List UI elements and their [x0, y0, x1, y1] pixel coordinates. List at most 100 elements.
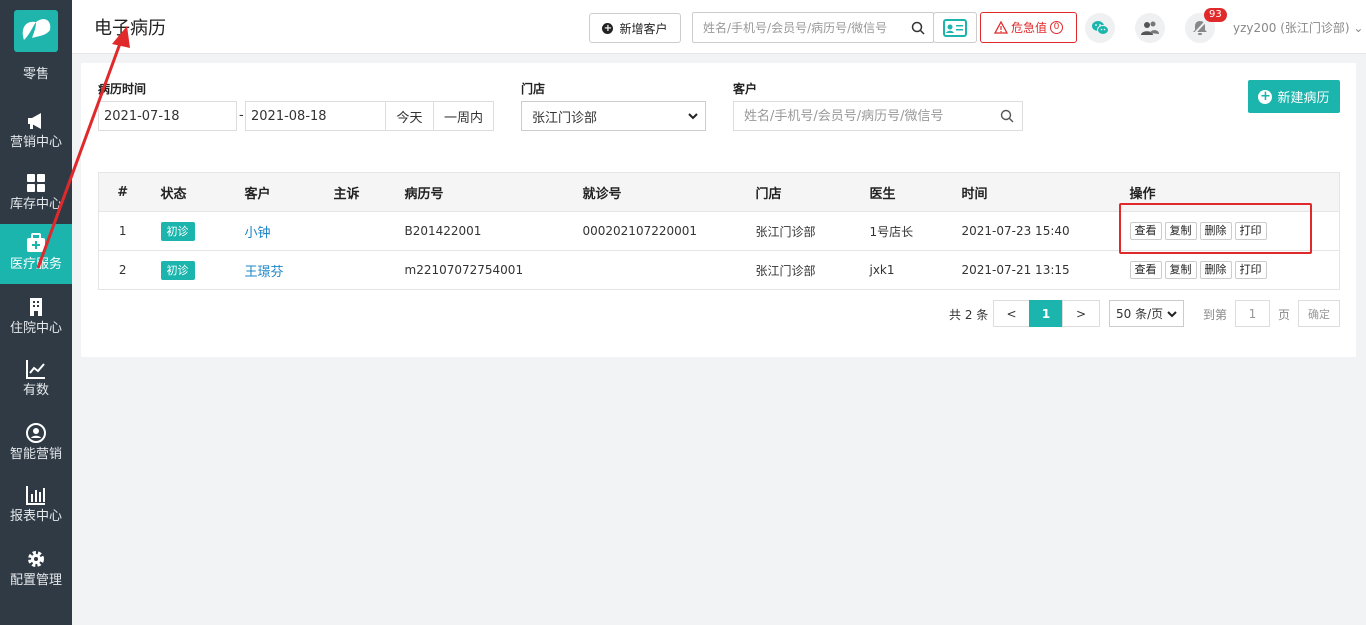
pager-next-button[interactable]: >	[1062, 300, 1100, 327]
pager-total: 共 2 条	[949, 308, 989, 322]
customer-filter-label: 客户	[733, 82, 758, 96]
wechat-icon	[1092, 21, 1109, 35]
id-card-button[interactable]	[933, 12, 977, 43]
doctor-cell: 1号店长	[855, 211, 948, 251]
sidebar-item-retail[interactable]: 零售	[0, 66, 72, 94]
sidebar: 零售 营销中心 库存中心 医疗服务 住院中心 有数 智能营销 报表中心 配置管理	[0, 0, 72, 625]
complaint-cell	[319, 250, 391, 290]
add-customer-label: 新增客户	[619, 21, 668, 36]
store-cell: 张江门诊部	[741, 250, 856, 290]
trend-chart-icon	[26, 360, 45, 379]
record-no-cell: m22107072754001	[390, 250, 569, 290]
pager-page-1[interactable]: 1	[1029, 300, 1063, 327]
status-badge: 初诊	[160, 260, 195, 280]
view-button[interactable]: 查看	[1129, 222, 1162, 240]
col-header-visit-no: 就诊号	[568, 172, 742, 212]
sidebar-item-marketing[interactable]: 营销中心	[0, 102, 72, 162]
sidebar-item-analytics[interactable]: 有数	[0, 350, 72, 410]
sidebar-item-label: 配置管理	[9, 573, 62, 588]
sidebar-item-label: 智能营销	[9, 447, 62, 462]
actions-cell: 查看 复制 删除 打印	[1115, 250, 1340, 290]
hospital-icon	[30, 298, 42, 316]
pager-prev-button[interactable]: <	[993, 300, 1030, 327]
col-header-customer: 客户	[230, 172, 320, 212]
sidebar-item-label: 报表中心	[9, 509, 62, 524]
date-separator: -	[239, 108, 244, 123]
contacts-button[interactable]	[1135, 13, 1165, 43]
row-index: 1	[98, 211, 147, 251]
sidebar-item-inpatient[interactable]: 住院中心	[0, 288, 72, 348]
chevron-down-icon	[688, 113, 698, 120]
today-button[interactable]: 今天	[385, 101, 434, 131]
date-start-input[interactable]	[98, 101, 237, 131]
complaint-cell	[319, 211, 391, 251]
add-customer-button[interactable]: + 新增客户	[589, 13, 681, 43]
page-size-value: 50 条/页	[1116, 307, 1164, 321]
bell-off-icon	[1192, 19, 1208, 36]
user-menu[interactable]: yzy200 (张江门诊部) ⌄	[1233, 19, 1363, 36]
sidebar-item-label: 库存中心	[9, 197, 62, 212]
sidebar-item-settings[interactable]: 配置管理	[0, 540, 72, 600]
sidebar-item-label: 医疗服务	[9, 257, 62, 272]
customer-link[interactable]: 小钟	[245, 226, 271, 241]
notification-badge: 93	[1204, 8, 1227, 22]
records-panel: 病历时间 - 今天 一周内 门店 张江门诊部 客户 + 新建病历 # 状态 客户…	[81, 63, 1356, 357]
status-badge: 初诊	[160, 221, 195, 241]
delete-button[interactable]: 删除	[1199, 222, 1232, 240]
col-header-actions: 操作	[1115, 172, 1340, 212]
sidebar-item-medical[interactable]: 医疗服务	[0, 224, 72, 284]
wechat-button[interactable]	[1085, 13, 1115, 43]
search-icon[interactable]	[1000, 109, 1014, 123]
global-search-input[interactable]	[693, 13, 901, 42]
actions-cell: 查看 复制 删除 打印	[1115, 211, 1340, 251]
top-header: 电子病历 + 新增客户 危急值 0	[72, 0, 1366, 54]
page-title: 电子病历	[94, 18, 166, 39]
delete-button[interactable]: 删除	[1199, 261, 1232, 279]
store-select[interactable]: 张江门诊部	[521, 101, 706, 131]
sidebar-item-smart-marketing[interactable]: 智能营销	[0, 414, 72, 474]
sidebar-item-reports[interactable]: 报表中心	[0, 476, 72, 536]
customer-search	[733, 101, 1023, 131]
warning-icon	[993, 20, 1008, 34]
butterfly-logo-icon	[22, 19, 51, 40]
date-end-input[interactable]	[245, 101, 386, 131]
plus-icon: +	[602, 22, 614, 34]
page-size-select[interactable]: 50 条/页	[1109, 300, 1184, 327]
store-cell: 张江门诊部	[741, 211, 856, 251]
new-record-button[interactable]: + 新建病历	[1248, 80, 1340, 113]
customer-link[interactable]: 王璟芬	[245, 265, 284, 280]
store-select-value: 张江门诊部	[532, 110, 598, 126]
grid-icon	[27, 174, 45, 192]
store-filter-label: 门店	[521, 82, 546, 96]
users-icon	[1141, 21, 1159, 35]
chevron-down-icon	[1167, 311, 1177, 318]
goto-label: 到第	[1203, 308, 1228, 322]
record-no-cell: B201422001	[390, 211, 569, 251]
time-cell: 2021-07-23 15:40	[947, 211, 1116, 251]
goto-confirm-button[interactable]: 确定	[1298, 300, 1340, 327]
view-button[interactable]: 查看	[1129, 261, 1162, 279]
print-button[interactable]: 打印	[1234, 222, 1267, 240]
col-header-record-no: 病历号	[390, 172, 569, 212]
customer-search-input[interactable]	[734, 102, 984, 130]
col-header-index: #	[98, 172, 147, 212]
search-icon[interactable]	[911, 21, 925, 35]
records-table: # 状态 客户 主诉 病历号 就诊号 门店 医生 时间 操作 1 初诊 小钟 B…	[98, 172, 1340, 290]
within-week-button[interactable]: 一周内	[433, 101, 494, 131]
print-button[interactable]: 打印	[1234, 261, 1267, 279]
critical-value-button[interactable]: 危急值 0	[980, 12, 1077, 43]
sidebar-item-inventory[interactable]: 库存中心	[0, 164, 72, 224]
table-row: 1 初诊 小钟 B201422001 000202107220001 张江门诊部…	[98, 211, 1340, 251]
date-filter-label: 病历时间	[98, 82, 147, 96]
sidebar-item-label: 有数	[22, 383, 49, 398]
copy-button[interactable]: 复制	[1164, 261, 1197, 279]
sidebar-item-label: 零售	[22, 67, 49, 82]
table-row: 2 初诊 王璟芬 m22107072754001 张江门诊部 jxk1 2021…	[98, 250, 1340, 290]
app-logo[interactable]	[14, 10, 58, 52]
copy-button[interactable]: 复制	[1164, 222, 1197, 240]
visit-no-cell	[568, 250, 742, 290]
plus-circle-icon: +	[1258, 88, 1273, 104]
id-card-icon	[943, 18, 967, 37]
col-header-doctor: 医生	[855, 172, 948, 212]
goto-page-input[interactable]	[1235, 300, 1270, 327]
